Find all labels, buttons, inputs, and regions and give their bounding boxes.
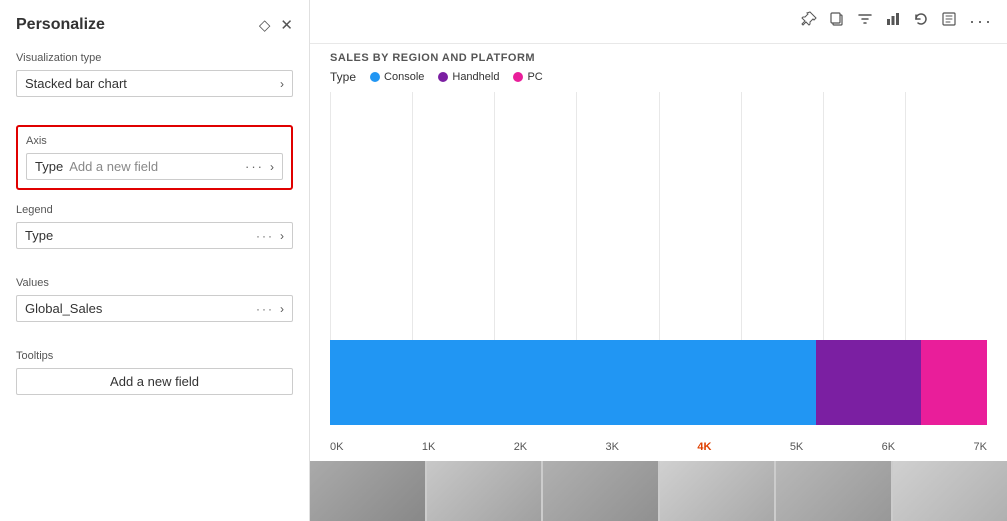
- expand-toolbar-icon[interactable]: [941, 11, 957, 32]
- legend-item-handheld: Handheld: [438, 71, 499, 83]
- console-legend-label: Console: [384, 71, 424, 83]
- legend-label: Legend: [16, 204, 293, 216]
- strip-item-5: [776, 461, 891, 521]
- legend-type-label: Type: [330, 70, 356, 84]
- values-field[interactable]: Global_Sales ··· ›: [16, 295, 293, 322]
- strip-item-2: [427, 461, 542, 521]
- visualization-type-label: Visualization type: [16, 52, 293, 64]
- legend-dots[interactable]: ···: [256, 229, 274, 243]
- strip-item-4: [660, 461, 775, 521]
- visualization-type-field[interactable]: Stacked bar chart ›: [16, 70, 293, 97]
- axis-label: Axis: [26, 135, 283, 147]
- close-icon[interactable]: ✕: [280, 16, 293, 34]
- values-dots[interactable]: ···: [256, 302, 274, 316]
- axis-field-arrow: ›: [270, 160, 274, 174]
- axis-field-dots[interactable]: ···: [245, 159, 264, 174]
- bottom-image-strip: [310, 461, 1007, 521]
- legend-item-console: Console: [370, 71, 424, 83]
- legend-arrow: ›: [280, 229, 284, 243]
- personalize-panel: Personalize ◇ ✕ Visualization type Stack…: [0, 0, 310, 521]
- strip-item-3: [543, 461, 658, 521]
- tooltips-section: Tooltips Add a new field: [16, 350, 293, 395]
- axis-field-row[interactable]: Type Add a new field ··· ›: [26, 153, 283, 180]
- chart-body: 0K 1K 2K 3K 4K 5K 6K 7K: [310, 92, 1007, 461]
- values-label: Values: [16, 277, 293, 289]
- more-toolbar-icon[interactable]: ···: [969, 11, 993, 32]
- legend-field[interactable]: Type ··· ›: [16, 222, 293, 249]
- bar-segment-handheld: [816, 340, 921, 425]
- legend-section: Legend Type ··· ›: [16, 204, 293, 263]
- pin-icon[interactable]: ◇: [259, 16, 271, 34]
- axis-field-placeholder: Add a new field: [69, 159, 239, 174]
- visualization-type-arrow: ›: [280, 77, 284, 91]
- pc-legend-dot: [513, 72, 523, 82]
- values-value: Global_Sales: [25, 301, 256, 316]
- values-arrow: ›: [280, 302, 284, 316]
- bar-segment-console: [330, 340, 816, 425]
- strip-item-1: [310, 461, 425, 521]
- legend-value: Type: [25, 228, 256, 243]
- x-label-3: 3K: [606, 441, 619, 453]
- strip-item-6: [893, 461, 1007, 521]
- visualization-type-value: Stacked bar chart: [25, 76, 280, 91]
- x-label-6: 6K: [882, 441, 895, 453]
- panel-title: Personalize: [16, 16, 105, 34]
- panel-header: Personalize ◇ ✕: [16, 16, 293, 34]
- tooltips-add-field-button[interactable]: Add a new field: [16, 368, 293, 395]
- legend-item-pc: PC: [513, 71, 542, 83]
- x-label-2: 2K: [514, 441, 527, 453]
- chart-toolbar-icon[interactable]: [885, 11, 901, 32]
- tooltips-label: Tooltips: [16, 350, 293, 362]
- stacked-bar-chart: [330, 340, 987, 425]
- chart-toolbar: ···: [310, 0, 1007, 44]
- chart-legend: Type Console Handheld PC: [310, 66, 1007, 92]
- axis-section: Axis Type Add a new field ··· ›: [16, 125, 293, 190]
- x-label-4: 4K: [697, 441, 711, 453]
- x-label-1: 1K: [422, 441, 435, 453]
- bar-segment-pc: [921, 340, 987, 425]
- x-label-5: 5K: [790, 441, 803, 453]
- axis-field-type: Type: [35, 159, 63, 174]
- pin-toolbar-icon[interactable]: [801, 11, 817, 32]
- x-label-0: 0K: [330, 441, 343, 453]
- x-label-7: 7K: [974, 441, 987, 453]
- pc-legend-label: PC: [527, 71, 542, 83]
- handheld-legend-label: Handheld: [452, 71, 499, 83]
- chart-title: SALES BY REGION AND PLATFORM: [330, 52, 987, 64]
- panel-header-icons: ◇ ✕: [259, 16, 293, 34]
- console-legend-dot: [370, 72, 380, 82]
- visualization-type-section: Visualization type Stacked bar chart ›: [16, 52, 293, 111]
- chart-header: SALES BY REGION AND PLATFORM: [310, 44, 1007, 66]
- x-axis: 0K 1K 2K 3K 4K 5K 6K 7K: [330, 441, 987, 453]
- chart-area: ··· SALES BY REGION AND PLATFORM Type Co…: [310, 0, 1007, 521]
- filter-toolbar-icon[interactable]: [857, 11, 873, 32]
- copy-toolbar-icon[interactable]: [829, 11, 845, 32]
- values-section: Values Global_Sales ··· ›: [16, 277, 293, 336]
- handheld-legend-dot: [438, 72, 448, 82]
- undo-toolbar-icon[interactable]: [913, 11, 929, 32]
